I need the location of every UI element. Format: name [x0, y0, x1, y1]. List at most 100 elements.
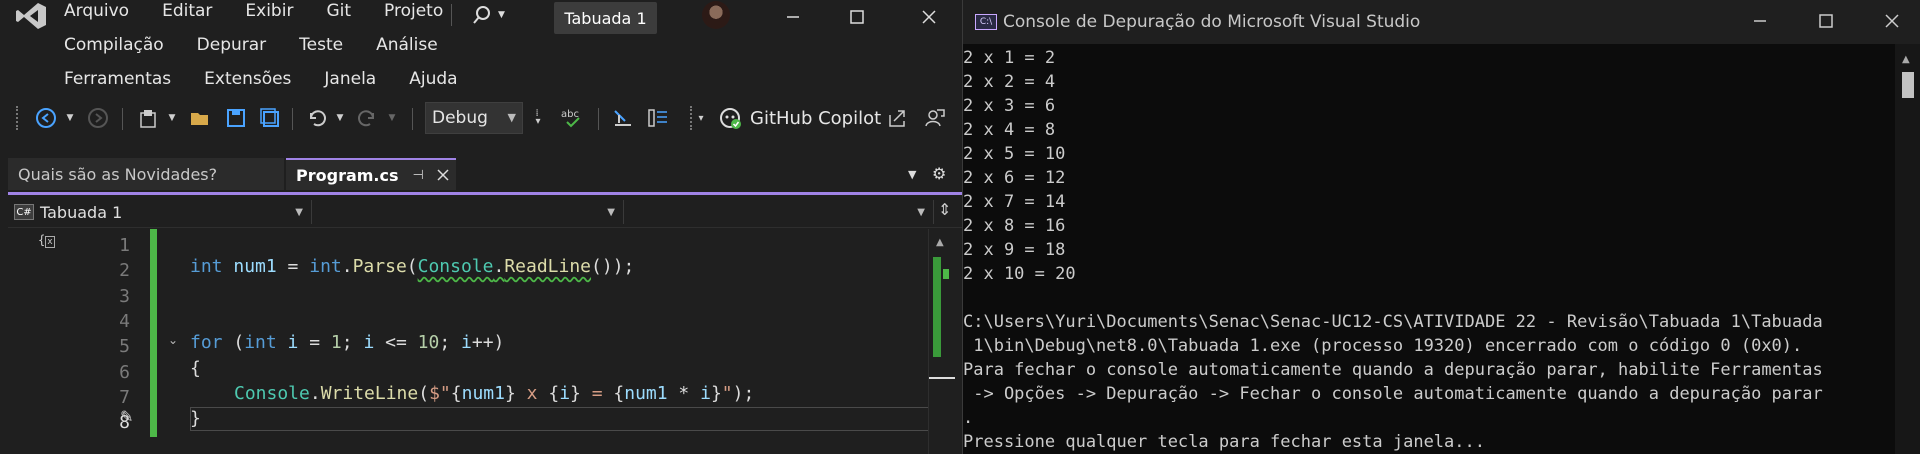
- tab-label: Program.cs: [296, 165, 399, 185]
- menu-ajuda[interactable]: Ajuda: [409, 69, 457, 89]
- step-over-button[interactable]: [608, 104, 636, 132]
- maximize-button[interactable]: [828, 0, 886, 34]
- debug-console-window: C:\ Console de Depuração do Microsoft Vi…: [962, 0, 1920, 454]
- code-line-5: for (int i = 1; i <= 10; i++): [190, 332, 505, 353]
- tab-whats-new[interactable]: Quais são as Novidades?: [8, 158, 284, 190]
- code-editor[interactable]: {x 1 2 3 4 5 6 7 8 ✎ ⌄ int num1 = int.Pa…: [8, 229, 962, 454]
- console-title: Console de Depuração do Microsoft Visual…: [1003, 12, 1421, 32]
- toolbar-grip[interactable]: [16, 106, 20, 130]
- scrollbar-thumb[interactable]: [933, 257, 941, 357]
- navigate-forward-button[interactable]: [84, 104, 112, 132]
- change-tracking-bar: [150, 229, 157, 437]
- console-vertical-scrollbar[interactable]: ▲: [1895, 44, 1920, 454]
- console-line: 2 x 6 = 12: [963, 168, 1066, 188]
- quick-actions-icon[interactable]: ✎: [120, 407, 133, 426]
- solution-name-badge[interactable]: Tabuada 1: [554, 2, 657, 34]
- minimize-button[interactable]: [764, 0, 822, 34]
- chevron-down-icon: ▼: [917, 206, 925, 218]
- close-button[interactable]: [900, 0, 958, 34]
- active-tab-underline: [8, 192, 962, 195]
- gear-icon[interactable]: ⚙: [932, 164, 946, 183]
- user-avatar[interactable]: [702, 1, 730, 29]
- editor-vertical-scrollbar[interactable]: ▲: [928, 229, 955, 454]
- tab-program-cs[interactable]: Program.cs ⊣: [286, 158, 456, 190]
- share-button[interactable]: [884, 104, 910, 132]
- menu-exibir[interactable]: Exibir: [245, 1, 293, 21]
- collapse-chevron-icon[interactable]: ⌄: [168, 333, 178, 347]
- chevron-down-icon: ▼: [507, 111, 516, 124]
- menu-depurar[interactable]: Depurar: [197, 35, 267, 55]
- console-line: 2 x 2 = 4: [963, 72, 1056, 92]
- caret-position-marker: [929, 377, 955, 379]
- undo-dropdown-icon[interactable]: ▼: [334, 104, 346, 132]
- menu-extensoes[interactable]: Extensões: [204, 69, 291, 89]
- code-line-8: }: [190, 408, 201, 429]
- console-minimize-button[interactable]: [1731, 4, 1789, 38]
- scroll-up-icon[interactable]: ▲: [936, 237, 944, 248]
- line-number: 1: [119, 235, 130, 256]
- chevron-down-icon: ▼: [295, 206, 303, 218]
- console-maximize-button[interactable]: [1797, 4, 1855, 38]
- toolbar-overflow-button[interactable]: ⁞ ▾: [530, 104, 546, 132]
- console-line: .: [963, 408, 974, 428]
- split-window-icon[interactable]: ⇕: [938, 200, 951, 219]
- menu-arquivo[interactable]: Arquivo: [64, 1, 129, 21]
- github-copilot-button[interactable]: GitHub Copilot: [718, 102, 881, 134]
- open-file-button[interactable]: [186, 104, 214, 132]
- outline-icon: [648, 109, 667, 127]
- save-all-button[interactable]: [256, 104, 284, 132]
- menu-janela[interactable]: Janela: [324, 69, 376, 89]
- toolbar-overflow-button[interactable]: ▾: [694, 104, 708, 132]
- navigate-back-button[interactable]: [32, 104, 60, 132]
- undo-button[interactable]: [302, 104, 330, 132]
- search-button[interactable]: ▼: [472, 2, 518, 28]
- menu-git[interactable]: Git: [326, 1, 351, 21]
- pin-icon[interactable]: ⊣: [413, 168, 424, 183]
- close-icon: [922, 10, 936, 24]
- new-project-button[interactable]: [134, 104, 162, 132]
- folder-open-icon: [191, 113, 208, 125]
- console-line: -> Opções -> Depuração -> Fechar o conso…: [963, 384, 1823, 404]
- copilot-icon: [720, 108, 741, 129]
- menu-editar[interactable]: Editar: [162, 1, 212, 21]
- current-line-highlight: [190, 407, 930, 431]
- console-close-button[interactable]: [1863, 4, 1920, 38]
- code-line-2: int num1 = int.Parse(Console.ReadLine())…: [190, 256, 635, 277]
- type-dropdown[interactable]: ▼: [318, 200, 624, 224]
- feedback-button[interactable]: [922, 104, 948, 132]
- scrollbar-thumb[interactable]: [1902, 72, 1914, 98]
- feedback-icon: [925, 109, 945, 127]
- console-output[interactable]: 2 x 1 = 2 2 x 2 = 4 2 x 3 = 6 2 x 4 = 8 …: [963, 44, 1893, 454]
- console-line: 2 x 1 = 2: [963, 48, 1056, 68]
- menu-projeto[interactable]: Projeto: [384, 1, 443, 21]
- console-line: 2 x 10 = 20: [963, 264, 1076, 284]
- undo-icon: [310, 110, 326, 127]
- outline-button[interactable]: [644, 104, 672, 132]
- menu-analise[interactable]: Análise: [376, 35, 438, 55]
- code-line-7: Console.WriteLine($"{num1} x {i} = {num1…: [234, 383, 755, 404]
- console-title-bar[interactable]: C:\ Console de Depuração do Microsoft Vi…: [963, 0, 1920, 44]
- menu-compilacao[interactable]: Compilação: [64, 35, 164, 55]
- member-dropdown[interactable]: ▼: [630, 200, 934, 224]
- redo-button[interactable]: [354, 104, 382, 132]
- menu-bar-row-2: Compilação Depurar Teste Análise: [64, 34, 471, 56]
- menu-teste[interactable]: Teste: [299, 35, 343, 55]
- save-all-icon: [260, 108, 279, 127]
- tab-list-dropdown-icon[interactable]: ▼: [908, 168, 916, 181]
- project-dropdown[interactable]: C# Tabuada 1 ▼: [8, 200, 312, 224]
- console-line: Para fechar o console automaticamente qu…: [963, 360, 1823, 380]
- scroll-up-icon[interactable]: ▲: [1902, 54, 1910, 65]
- menu-ferramentas[interactable]: Ferramentas: [64, 69, 171, 89]
- save-button[interactable]: [222, 104, 250, 132]
- code-line-6: {: [190, 358, 201, 379]
- close-tab-icon[interactable]: [436, 168, 450, 182]
- new-dropdown-icon[interactable]: ▼: [166, 104, 178, 132]
- solution-configuration-dropdown[interactable]: Debug ▼: [425, 102, 523, 134]
- spell-check-button[interactable]: abc: [558, 104, 588, 132]
- toolbar-separator: [292, 108, 293, 130]
- redo-dropdown-icon[interactable]: ▼: [386, 104, 398, 132]
- menu-separator: [451, 4, 452, 26]
- back-dropdown-icon[interactable]: ▼: [64, 104, 76, 132]
- save-icon: [227, 109, 245, 127]
- visual-studio-logo-icon[interactable]: [14, 1, 48, 31]
